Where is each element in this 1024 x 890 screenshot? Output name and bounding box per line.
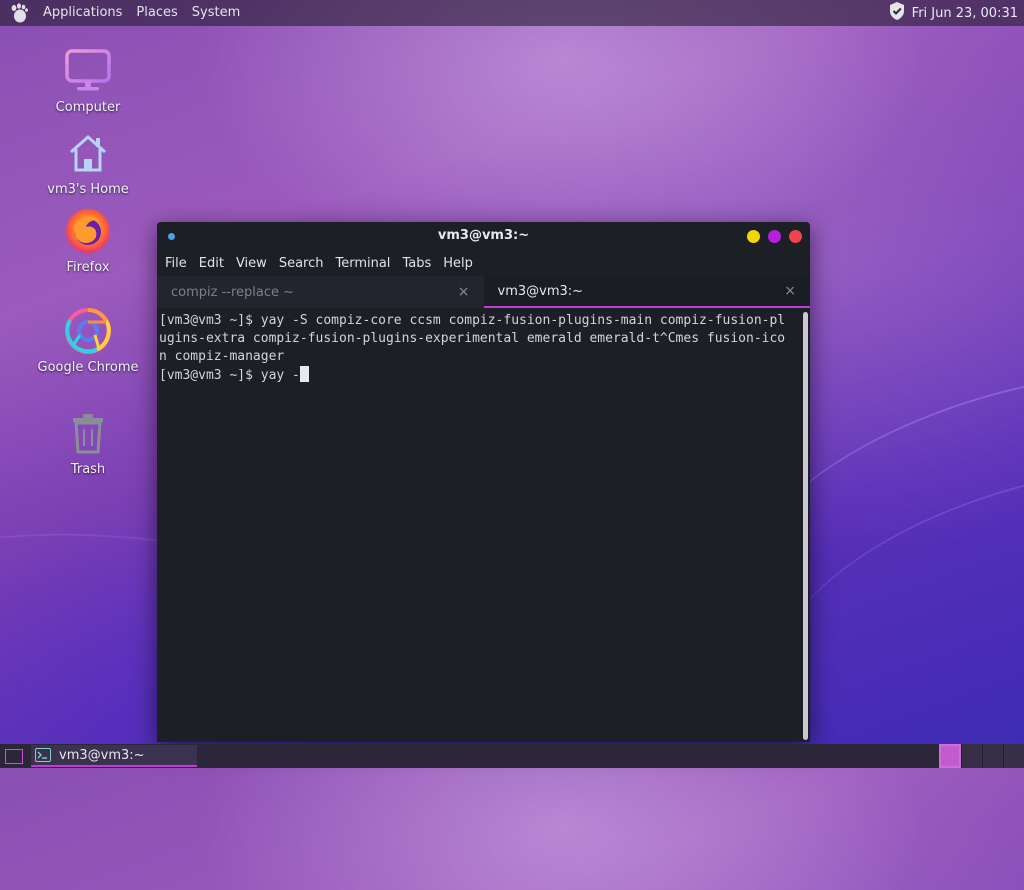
workspace-1[interactable] — [939, 744, 961, 768]
menu-applications[interactable]: Applications — [36, 0, 129, 26]
clock[interactable]: Fri Jun 23, 00:31 — [912, 6, 1018, 21]
terminal-line: [vm3@vm3 ~]$ yay -S compiz-core ccsm com… — [159, 313, 786, 328]
menu-places[interactable]: Places — [129, 0, 184, 26]
workspace-3[interactable] — [982, 744, 1003, 768]
menu-terminal[interactable]: Terminal — [329, 256, 396, 271]
desktop-icon-label: Trash — [70, 462, 106, 477]
workspace-2[interactable] — [961, 744, 982, 768]
window-titlebar[interactable]: vm3@vm3:~ — [157, 222, 810, 250]
desktop-icon-label: Computer — [55, 100, 121, 115]
menu-tabs[interactable]: Tabs — [396, 256, 437, 271]
bottom-panel: vm3@vm3:~ — [0, 744, 1024, 768]
tab-label: vm3@vm3:~ — [497, 283, 584, 299]
taskbar-item-label: vm3@vm3:~ — [59, 747, 145, 763]
top-panel: Applications Places System Fri Jun 23, 0… — [0, 0, 1024, 26]
minimize-button[interactable] — [747, 229, 760, 243]
desktop-icon-computer[interactable]: Computer — [33, 46, 143, 115]
terminal-prompt-line: [vm3@vm3 ~]$ yay - — [159, 366, 810, 385]
terminal-menubar: File Edit View Search Terminal Tabs Help — [157, 250, 810, 276]
show-desktop-button[interactable] — [5, 748, 23, 764]
shield-check-icon[interactable] — [888, 1, 906, 25]
workspace-switcher — [939, 744, 1024, 768]
desktop-icon-firefox[interactable]: Firefox — [33, 206, 143, 275]
desktop-icon-label: vm3's Home — [47, 182, 129, 197]
terminal-line: ugins-extra compiz-fusion-plugins-experi… — [159, 331, 786, 346]
window-title: vm3@vm3:~ — [437, 228, 530, 243]
taskbar-item-terminal[interactable]: vm3@vm3:~ — [31, 745, 197, 767]
desktop-icon-label: Firefox — [66, 260, 110, 275]
menu-edit[interactable]: Edit — [193, 256, 230, 271]
top-menu: Applications Places System — [0, 0, 247, 26]
firefox-icon — [63, 206, 113, 256]
terminal-output[interactable]: [vm3@vm3 ~]$ yay -S compiz-core ccsm com… — [157, 308, 810, 742]
trash-icon — [63, 408, 113, 458]
tab-close-icon[interactable]: × — [784, 283, 796, 299]
menu-system[interactable]: System — [185, 0, 247, 26]
workspace-4[interactable] — [1003, 744, 1024, 768]
text-cursor — [299, 366, 309, 382]
terminal-window: vm3@vm3:~ File Edit View Search Terminal… — [157, 222, 810, 742]
window-controls — [747, 229, 810, 243]
gnome-foot-icon[interactable] — [8, 2, 30, 24]
tab-close-icon[interactable]: × — [458, 284, 470, 300]
terminal-icon — [35, 748, 51, 762]
menu-file[interactable]: File — [159, 256, 193, 271]
tab-compiz-replace[interactable]: compiz --replace ~ × — [157, 276, 484, 308]
tab-label: compiz --replace ~ — [171, 284, 295, 300]
computer-icon — [63, 46, 113, 96]
desktop-icon-chrome[interactable]: Google Chrome — [33, 306, 143, 375]
desktop-icon-home[interactable]: vm3's Home — [33, 128, 143, 197]
menu-search[interactable]: Search — [273, 256, 330, 271]
maximize-button[interactable] — [768, 229, 781, 243]
terminal-scrollbar[interactable] — [803, 312, 808, 740]
chrome-icon — [63, 306, 113, 356]
menu-view[interactable]: View — [230, 256, 273, 271]
terminal-line: [vm3@vm3 ~]$ yay - — [159, 368, 300, 383]
top-panel-tray: Fri Jun 23, 00:31 — [888, 1, 1024, 25]
close-button[interactable] — [789, 229, 802, 243]
desktop-icon-trash[interactable]: Trash — [33, 408, 143, 477]
desktop-icon-label: Google Chrome — [37, 360, 139, 375]
home-folder-icon — [63, 128, 113, 178]
terminal-tabs: compiz --replace ~ × vm3@vm3:~ × — [157, 276, 810, 308]
window-menu-dot-icon[interactable] — [168, 232, 175, 240]
menu-help[interactable]: Help — [437, 256, 479, 271]
terminal-line: n compiz-manager — [159, 349, 285, 364]
tab-vm3-home[interactable]: vm3@vm3:~ × — [483, 276, 810, 308]
